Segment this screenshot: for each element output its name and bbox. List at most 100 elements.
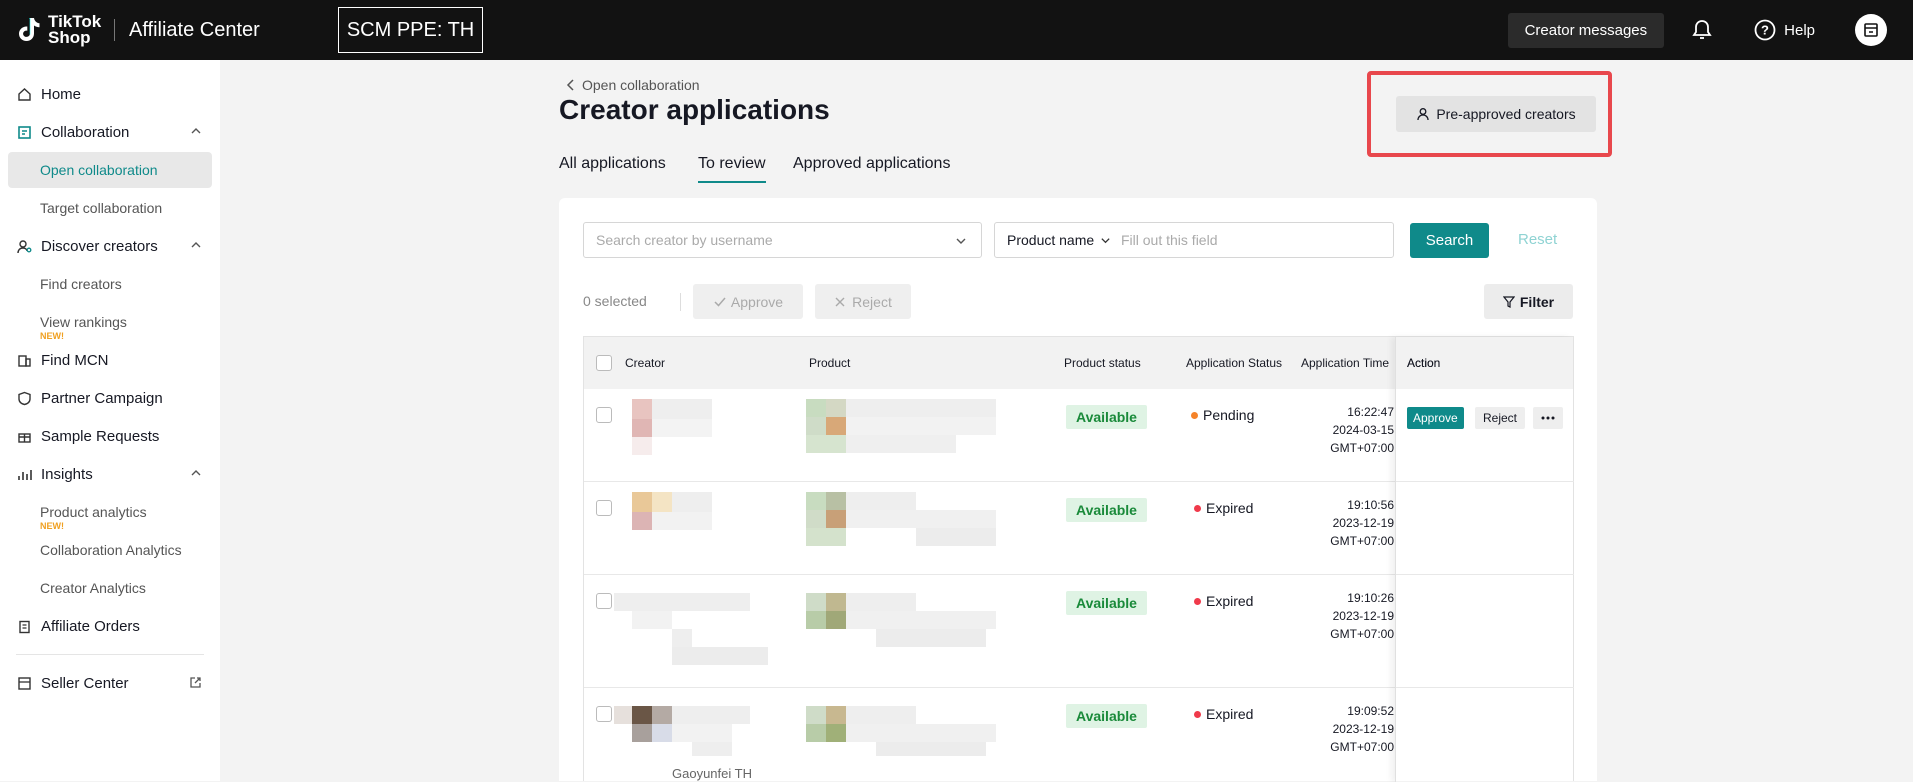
row-reject-button[interactable]: Reject xyxy=(1475,407,1526,429)
sidebar-item-find-mcn[interactable]: Find MCN xyxy=(0,342,220,378)
sidebar: Home Collaboration Open collaboration Ta… xyxy=(0,60,220,781)
action-cell xyxy=(1396,575,1574,688)
product-status-badge: Available xyxy=(1066,591,1147,615)
timezone-value: GMT+07:00 xyxy=(1330,627,1394,641)
chevron-up-icon xyxy=(191,242,201,248)
sidebar-item-find-creators[interactable]: Find creators xyxy=(8,266,212,302)
application-time: 19:10:56 2023-12-19 GMT+07:00 xyxy=(1304,496,1394,550)
check-icon xyxy=(714,297,726,307)
sidebar-item-collaboration[interactable]: Collaboration xyxy=(0,114,220,150)
column-application-time: Application Time xyxy=(1301,356,1390,370)
column-product-status: Product status xyxy=(1064,356,1141,370)
row-checkbox[interactable] xyxy=(596,407,612,423)
chevron-down-icon xyxy=(1101,237,1110,243)
sidebar-item-discover-creators[interactable]: Discover creators xyxy=(0,228,220,264)
date-value: 2024-03-15 xyxy=(1332,423,1394,437)
tab-to-review[interactable]: To review xyxy=(698,155,766,183)
breadcrumb-back-link[interactable]: Open collaboration xyxy=(566,77,700,93)
tab-approved-applications[interactable]: Approved applications xyxy=(793,155,950,183)
store-avatar[interactable] xyxy=(1855,14,1887,46)
sidebar-item-affiliate-orders[interactable]: Affiliate Orders xyxy=(0,608,220,644)
row-approve-button[interactable]: Approve xyxy=(1407,407,1464,429)
sidebar-item-seller-center[interactable]: Seller Center xyxy=(0,665,220,701)
status-dot xyxy=(1194,710,1201,718)
sidebar-item-label: Partner Campaign xyxy=(41,389,163,407)
sidebar-item-label: Sample Requests xyxy=(41,427,160,445)
sidebar-item-creator-analytics[interactable]: Creator Analytics xyxy=(8,570,212,606)
creator-search-placeholder: Search creator by username xyxy=(596,232,773,248)
timezone-value: GMT+07:00 xyxy=(1330,441,1394,455)
sidebar-item-collaboration-analytics[interactable]: Collaboration Analytics xyxy=(8,532,212,568)
row-checkbox[interactable] xyxy=(596,706,612,722)
creator-messages-button[interactable]: Creator messages xyxy=(1507,12,1665,48)
tiktok-shop-logo[interactable]: TikTok Shop xyxy=(14,13,106,46)
action-cell xyxy=(1396,482,1574,575)
row-checkbox[interactable] xyxy=(596,500,612,516)
application-time: 16:22:47 2024-03-15 GMT+07:00 xyxy=(1304,403,1394,457)
sidebar-item-partner-campaign[interactable]: Partner Campaign xyxy=(0,380,220,416)
chevron-left-icon xyxy=(566,79,574,91)
filter-button[interactable]: Filter xyxy=(1484,284,1573,319)
tiktok-logo-icon xyxy=(19,18,40,41)
application-time: 19:10:26 2023-12-19 GMT+07:00 xyxy=(1304,589,1394,643)
chart-icon xyxy=(16,466,32,482)
product-search-input[interactable]: Fill out this field xyxy=(1121,232,1217,248)
sidebar-item-insights[interactable]: Insights xyxy=(0,456,220,492)
sidebar-item-target-collaboration[interactable]: Target collaboration xyxy=(8,190,212,226)
application-status-label: Expired xyxy=(1206,593,1254,609)
sidebar-item-view-rankings[interactable]: View rankings xyxy=(8,304,212,340)
product-field-label: Product name xyxy=(1007,232,1095,248)
store-icon xyxy=(16,675,32,691)
building-icon xyxy=(16,352,32,368)
bell-icon[interactable] xyxy=(1690,18,1714,42)
date-value: 2023-12-19 xyxy=(1332,722,1394,736)
application-time: 19:09:52 2023-12-19 GMT+07:00 xyxy=(1304,702,1394,756)
sidebar-item-label: Home xyxy=(41,85,82,103)
date-value: 2023-12-19 xyxy=(1332,516,1394,530)
sidebar-item-open-collaboration[interactable]: Open collaboration xyxy=(8,152,212,188)
shield-icon xyxy=(16,390,32,406)
application-status: Expired xyxy=(1194,706,1253,722)
bulk-approve-button[interactable]: Approve xyxy=(693,284,803,319)
page-title: Creator applications xyxy=(559,94,830,125)
sidebar-item-home[interactable]: Home xyxy=(0,76,220,112)
discover-creators-icon xyxy=(16,238,32,254)
store-icon xyxy=(1864,23,1878,37)
creator-search-input[interactable]: Search creator by username xyxy=(583,222,982,258)
application-status-label: Expired xyxy=(1206,706,1254,722)
time-value: 16:22:47 xyxy=(1347,405,1394,419)
external-link-icon xyxy=(190,677,201,688)
sidebar-item-label: Discover creators xyxy=(41,237,158,255)
select-all-checkbox[interactable] xyxy=(596,337,612,389)
time-value: 19:10:56 xyxy=(1347,498,1394,512)
product-search-field[interactable]: Product name Fill out this field xyxy=(994,222,1394,258)
bulk-reject-button[interactable]: Reject xyxy=(815,284,911,319)
time-value: 19:10:26 xyxy=(1347,591,1394,605)
ellipsis-icon xyxy=(1541,416,1555,420)
product-field-select[interactable]: Product name xyxy=(995,232,1121,248)
toolbar-divider xyxy=(680,293,681,311)
sidebar-item-sample-requests[interactable]: Sample Requests xyxy=(0,418,220,454)
highlight-annotation xyxy=(1367,71,1612,157)
status-dot xyxy=(1194,504,1201,512)
action-cell: Approve Reject xyxy=(1396,389,1574,482)
sidebar-item-product-analytics[interactable]: Product analytics xyxy=(8,494,212,530)
product-status-badge: Available xyxy=(1066,704,1147,728)
reset-button[interactable]: Reset xyxy=(1518,231,1557,248)
logo-divider xyxy=(114,19,115,41)
row-checkbox[interactable] xyxy=(596,593,612,609)
filter-label: Filter xyxy=(1519,293,1555,310)
application-status-label: Expired xyxy=(1206,500,1254,516)
sidebar-item-label: Collaboration xyxy=(41,123,130,141)
help-link[interactable]: ? Help xyxy=(1754,19,1815,41)
more-options-button[interactable] xyxy=(1533,407,1563,429)
search-button[interactable]: Search xyxy=(1410,223,1489,258)
application-status: Expired xyxy=(1194,593,1253,609)
bulk-approve-label: Approve xyxy=(730,293,784,310)
close-icon xyxy=(835,297,845,306)
tab-all-applications[interactable]: All applications xyxy=(559,155,666,183)
date-value: 2023-12-19 xyxy=(1332,609,1394,623)
application-status: Pending xyxy=(1191,407,1254,423)
column-action-header: Action xyxy=(1407,356,1441,370)
column-product: Product xyxy=(809,356,851,370)
